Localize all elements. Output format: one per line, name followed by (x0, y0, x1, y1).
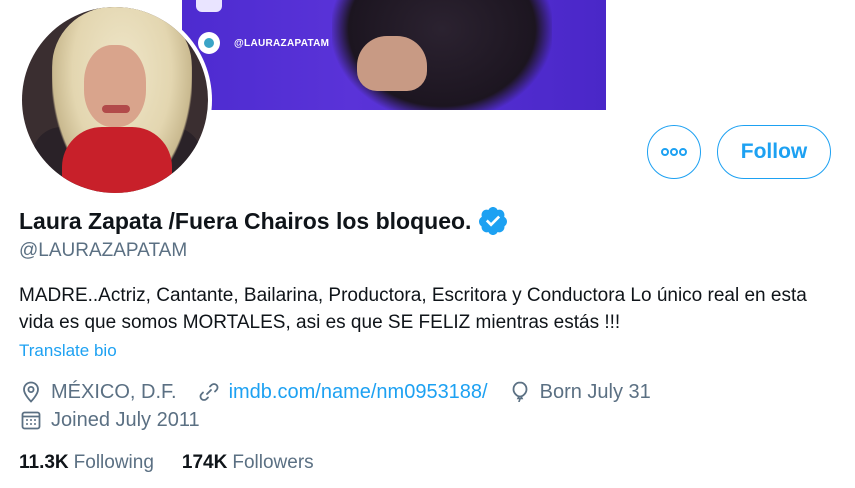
followers-link[interactable]: 174K Followers (182, 452, 314, 474)
translate-bio-link[interactable]: Translate bio (19, 341, 117, 361)
snapchat-icon (196, 0, 222, 12)
followers-count: 174K (181, 452, 228, 473)
website-item[interactable]: imdb.com/name/nm0953188/ (197, 380, 488, 404)
avatar-face (84, 45, 146, 127)
follow-button[interactable]: Follow (717, 125, 831, 179)
link-icon (199, 383, 218, 401)
following-label: Following (73, 452, 154, 473)
joined-item: Joined July 2011 (19, 408, 200, 432)
avatar-shirt (62, 127, 172, 193)
display-name: Laura Zapata /Fuera Chairos los bloqueo. (19, 207, 472, 234)
profile-page: @LAURAZAPATAM Follow Laura Zapata /Fuera… (0, 0, 855, 488)
profile-meta-row-2: Joined July 2011 (19, 408, 220, 432)
followers-label: Followers (232, 452, 314, 473)
profile-bio: MADRE..Actriz, Cantante, Bailarina, Prod… (19, 285, 807, 333)
banner-hand-image (357, 36, 427, 91)
birthday-item: Born July 31 (508, 380, 651, 404)
following-link[interactable]: 11.3K Following (19, 452, 154, 474)
periscope-icon (198, 32, 220, 54)
more-dots-icon (661, 148, 687, 156)
profile-name-row: Laura Zapata /Fuera Chairos los bloqueo. (19, 205, 509, 237)
avatar-lips (102, 105, 130, 113)
profile-handle: @LAURAZAPATAM (19, 240, 188, 261)
balloon-icon (512, 381, 528, 403)
verified-badge-icon (479, 207, 508, 235)
banner-handle-text: @LAURAZAPATAM (234, 38, 330, 49)
joined-text: Joined July 2011 (51, 408, 200, 431)
avatar[interactable] (18, 3, 212, 197)
more-options-button[interactable] (647, 125, 701, 179)
location-text: MÉXICO, D.F. (51, 380, 177, 403)
profile-banner[interactable]: @LAURAZAPATAM (182, 0, 606, 110)
location-pin-icon (23, 381, 39, 403)
profile-stats: 11.3K Following 174K Followers (19, 452, 342, 474)
profile-meta-row: MÉXICO, D.F. imdb.com/name/nm0953188/ Bo… (19, 380, 671, 404)
website-link[interactable]: imdb.com/name/nm0953188/ (229, 381, 488, 404)
calendar-icon (21, 411, 41, 430)
avatar-photo (22, 7, 208, 193)
location-item: MÉXICO, D.F. (19, 380, 177, 404)
birthday-text: Born July 31 (539, 380, 651, 403)
following-count: 11.3K (19, 452, 69, 473)
